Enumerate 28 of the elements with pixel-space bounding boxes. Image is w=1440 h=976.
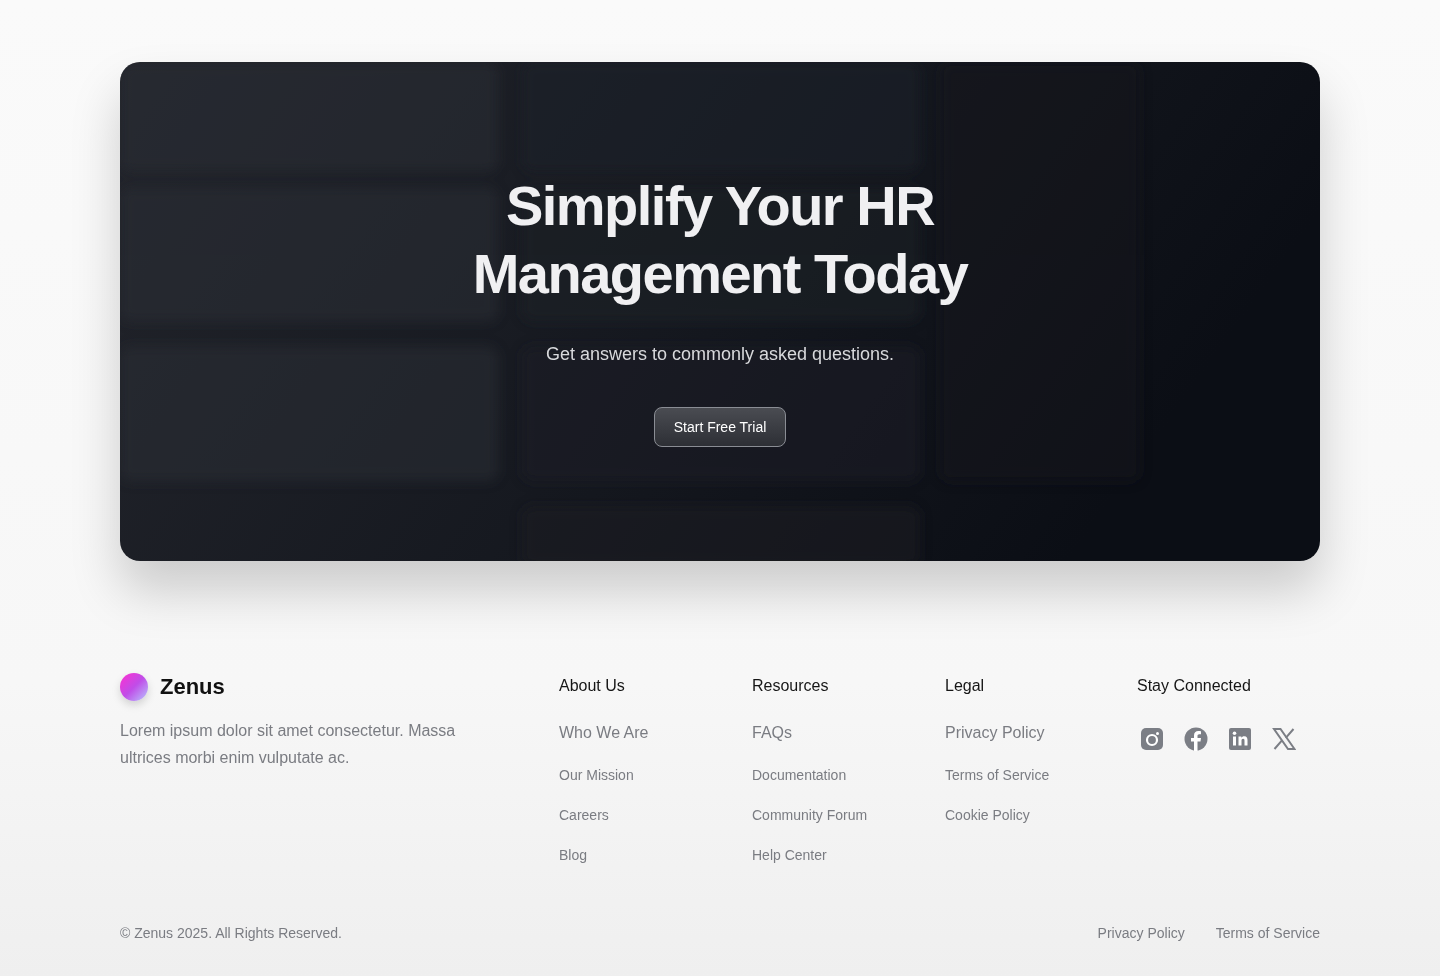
x-icon[interactable]: [1272, 727, 1296, 751]
column-heading: Resources: [752, 677, 829, 695]
footer-link[interactable]: Documentation: [752, 767, 847, 783]
hero-title: Simplify Your HR Management Today: [472, 173, 968, 307]
column-heading: About Us: [559, 677, 625, 695]
footer-link[interactable]: Privacy Policy: [1097, 925, 1185, 941]
footer-link[interactable]: Careers: [559, 807, 609, 823]
brand-description: Lorem ipsum dolor sit amet consectetur. Massa ultrices morbi enim vulputate ac.: [120, 721, 457, 768]
footer-link[interactable]: Community Forum: [752, 807, 868, 823]
footer-link[interactable]: Our Mission: [559, 767, 634, 783]
instagram-icon[interactable]: [1140, 727, 1164, 751]
copyright-text: © Zenus 2025. All Rights Reserved.: [120, 925, 342, 941]
linkedin-icon[interactable]: [1228, 727, 1252, 751]
footer-link[interactable]: Blog: [559, 847, 588, 863]
footer-link[interactable]: Help Center: [752, 847, 827, 863]
footer-link[interactable]: Terms of Service: [945, 767, 1050, 783]
footer-link[interactable]: Terms of Service: [1215, 925, 1320, 941]
start-trial-button[interactable]: Start Free Trial: [653, 407, 787, 447]
footer-link[interactable]: Privacy Policy: [945, 725, 1045, 741]
hero-subtitle: Get answers to commonly asked questions.: [545, 344, 895, 365]
logo-icon: [120, 673, 148, 701]
facebook-icon[interactable]: [1184, 727, 1208, 751]
footer-link[interactable]: Cookie Policy: [945, 807, 1030, 823]
column-heading: Stay Connected: [1137, 677, 1251, 695]
footer-link[interactable]: FAQs: [752, 725, 792, 741]
brand-name: Zenus: [160, 674, 225, 700]
footer-link[interactable]: Who We Are: [559, 725, 649, 741]
column-heading: Legal: [945, 677, 985, 695]
